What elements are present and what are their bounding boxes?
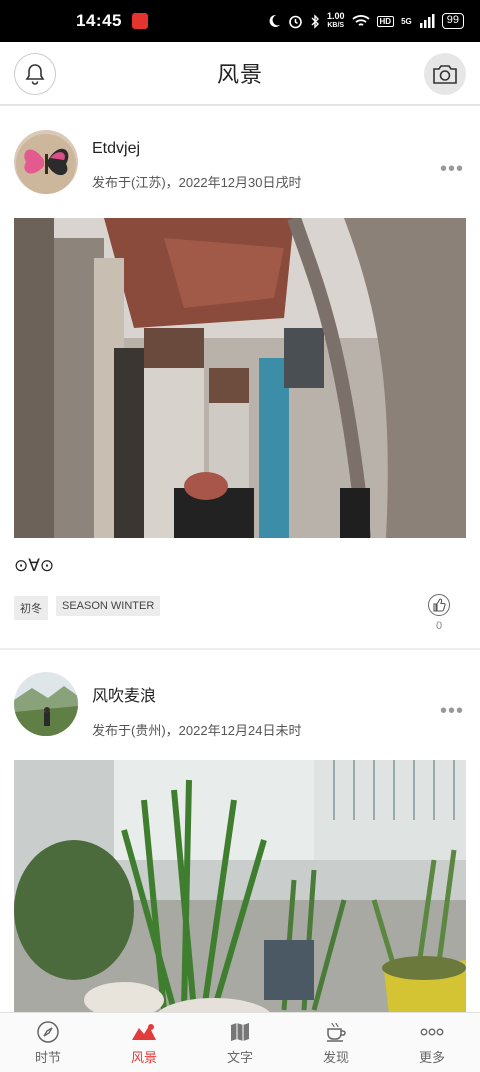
post-meta: 风吹麦浪 发布于(贵州)，2022年12月24日未时	[92, 672, 302, 739]
map-icon	[231, 1022, 249, 1041]
app-notification-icon	[131, 13, 148, 29]
tab-wenzi[interactable]: 文字	[192, 1013, 288, 1072]
tab-label: 发现	[322, 1049, 349, 1065]
battery-indicator: 99	[441, 13, 464, 29]
tab-shijie[interactable]: 时节	[0, 1013, 96, 1072]
author-name[interactable]: 风吹麦浪	[92, 682, 302, 706]
tab-label: 更多	[418, 1049, 445, 1065]
post-location-time: 发布于(贵州)，2022年12月24日未时	[92, 723, 302, 738]
post-header: Etdvjej 发布于(江苏)，2022年12月30日戌时 •••	[14, 130, 466, 208]
post-photo[interactable]	[14, 760, 466, 1012]
tab-faxian[interactable]: 发现	[288, 1013, 384, 1072]
post-card: Etdvjej 发布于(江苏)，2022年12月30日戌时 ••• ⊙∀⊙ 初冬…	[0, 108, 480, 650]
signal-label: 5G	[401, 16, 412, 26]
more-options-button[interactable]: •••	[440, 158, 464, 181]
post-photo[interactable]	[14, 218, 466, 538]
landscape-icon	[132, 1023, 156, 1040]
tags-row: 初冬 SEASON WINTER 0	[14, 592, 466, 648]
status-icons: 1.00 KB/S HD 5G 99	[267, 12, 464, 30]
more-options-button[interactable]: •••	[440, 700, 464, 723]
like-count: 0	[435, 620, 443, 632]
tab-gengduo[interactable]: 更多	[384, 1013, 480, 1072]
post-caption: ⊙∀⊙	[14, 556, 55, 575]
feed-list[interactable]: Etdvjej 发布于(江苏)，2022年12月30日戌时 ••• ⊙∀⊙ 初冬…	[0, 108, 480, 1012]
title-bar: 风景	[0, 42, 480, 106]
tab-label: 文字	[226, 1049, 253, 1065]
camera-icon	[433, 65, 457, 84]
thumbs-up-icon	[428, 594, 450, 616]
status-bar: 14:45 1.00 KB/S HD 5G 99	[0, 0, 480, 42]
page-title: 风景	[216, 62, 263, 87]
compass-icon	[37, 1020, 59, 1043]
alarm-icon	[289, 15, 302, 28]
bluetooth-icon	[311, 13, 319, 29]
tag-chip[interactable]: 初冬	[14, 596, 48, 620]
bell-icon	[25, 64, 45, 85]
tag-chip[interactable]: SEASON WINTER	[56, 596, 161, 616]
post-meta: Etdvjej 发布于(江苏)，2022年12月30日戌时	[92, 130, 302, 191]
net-speed: 1.00 KB/S	[326, 11, 345, 30]
status-time: 14:45	[76, 11, 122, 30]
moon-icon	[269, 14, 280, 27]
tab-label: 时节	[34, 1049, 61, 1065]
camera-button[interactable]	[424, 53, 466, 95]
author-name[interactable]: Etdvjej	[92, 140, 302, 158]
wifi-icon	[351, 15, 370, 26]
notifications-button[interactable]	[14, 53, 56, 95]
tab-label: 风景	[130, 1049, 157, 1065]
post-header: 风吹麦浪 发布于(贵州)，2022年12月24日未时 •••	[14, 672, 466, 750]
tab-fengjing[interactable]: 风景	[96, 1013, 192, 1072]
bottom-tab-bar: 时节 风景 文字 发现 更多	[0, 1012, 480, 1072]
signal-icon	[419, 14, 435, 28]
more-icon	[420, 1028, 444, 1035]
avatar[interactable]	[14, 130, 78, 194]
cup-icon	[327, 1022, 346, 1042]
post-location-time: 发布于(江苏)，2022年12月30日戌时	[92, 175, 302, 190]
post-card: 风吹麦浪 发布于(贵州)，2022年12月24日未时 •••	[0, 650, 480, 1012]
hd-badge: HD	[376, 15, 395, 27]
avatar[interactable]	[14, 672, 78, 736]
like-button[interactable]: 0	[428, 594, 450, 632]
